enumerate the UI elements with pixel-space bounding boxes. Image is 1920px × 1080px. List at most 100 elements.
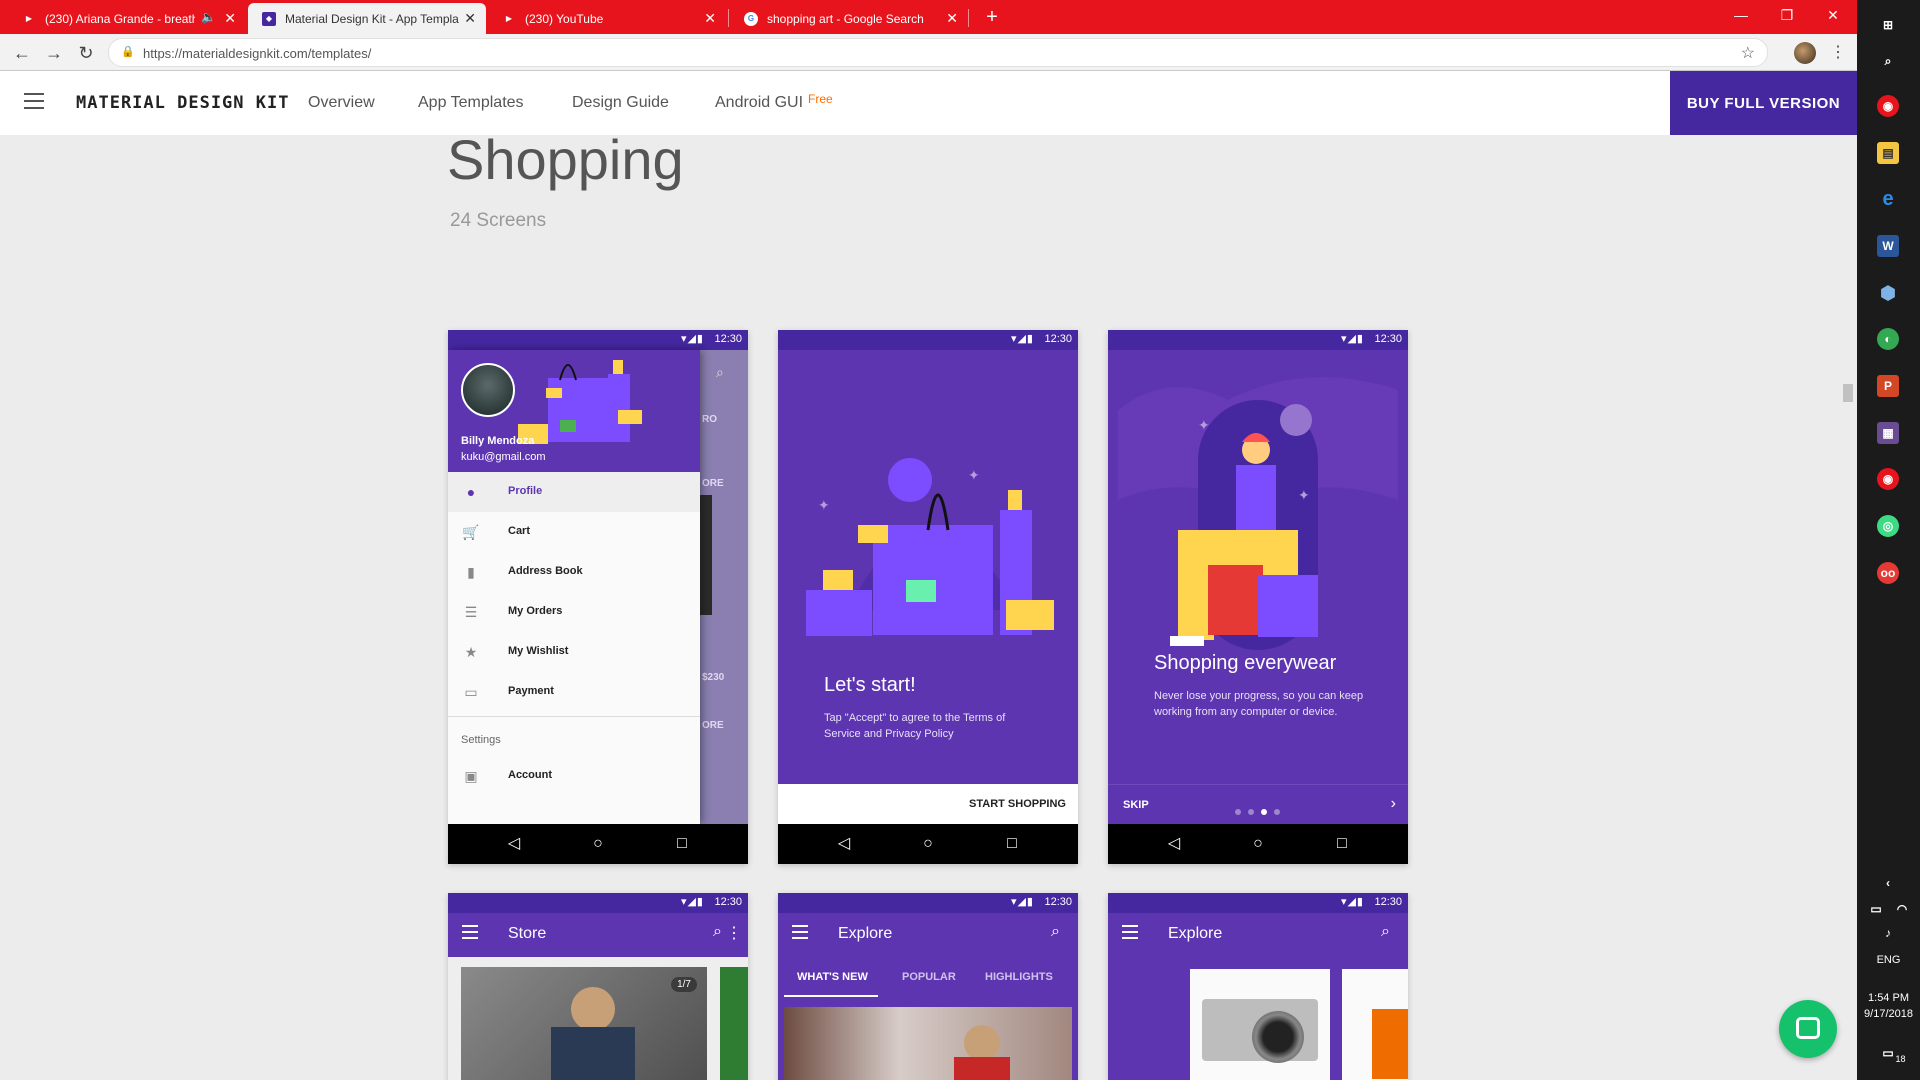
tab-material-design-kit[interactable]: ◆ Material Design Kit - App Templa ✕: [248, 3, 486, 34]
product-image[interactable]: 1/7: [461, 967, 707, 1080]
box-app-icon[interactable]: ⬢: [1877, 282, 1899, 304]
chevron-left-icon[interactable]: ‹: [1877, 872, 1899, 894]
drawer-item-my-wishlist[interactable]: ★ My Wishlist: [448, 632, 700, 672]
drawer-item-profile[interactable]: ● Profile: [448, 472, 700, 512]
home-circle-icon[interactable]: ○: [1248, 834, 1268, 854]
drawer-item-cart[interactable]: 🛒 Cart: [448, 512, 700, 552]
svg-text:✦: ✦: [818, 497, 830, 513]
nav-design-guide[interactable]: Design Guide: [572, 94, 669, 112]
tab-popular[interactable]: POPULAR: [902, 971, 956, 983]
drawer-item-address-book[interactable]: ▮ Address Book: [448, 552, 700, 592]
tab-close-icon[interactable]: ✕: [224, 10, 236, 26]
youtube-favicon-icon: ▶: [25, 14, 33, 23]
speaker-icon[interactable]: 🔈: [201, 10, 216, 24]
page-scrollbar-thumb[interactable]: [1843, 384, 1853, 402]
bookmark-star-icon[interactable]: ☆: [1741, 43, 1755, 63]
phone-explore-tabs-screen[interactable]: ▾◢▮ 12:30 Explore ⌕ WHAT'S NEW POPULAR H…: [778, 893, 1078, 1080]
map-app-icon[interactable]: ◐: [1877, 328, 1899, 350]
next-product-image[interactable]: [720, 967, 748, 1080]
camera-product-card[interactable]: [1190, 969, 1330, 1080]
tab-youtube[interactable]: ▶ (230) YouTube ✕: [488, 3, 726, 34]
chat-launcher-button[interactable]: [1779, 1000, 1837, 1058]
recents-square-icon[interactable]: □: [672, 834, 692, 854]
oo-app-icon[interactable]: oo: [1877, 562, 1899, 584]
language-indicator[interactable]: ENG: [1857, 954, 1920, 966]
buy-full-version-button[interactable]: BUY FULL VERSION: [1670, 71, 1857, 135]
site-brand[interactable]: MATERIAL DESIGN KIT: [76, 93, 289, 113]
screen-count: 24 Screens: [450, 210, 547, 231]
powerpoint-app-icon[interactable]: P: [1877, 375, 1899, 397]
phone-drawer-screen[interactable]: ▾◢▮ 12:30 ⌕ RO ORE $230 ORE Billy Mendoz…: [448, 330, 748, 864]
skip-button[interactable]: SKIP: [1123, 799, 1149, 811]
clock-date[interactable]: 9/17/2018: [1857, 1008, 1920, 1020]
nav-overview[interactable]: Overview: [308, 94, 375, 112]
chrome-app-icon[interactable]: ◉: [1877, 95, 1899, 117]
window-restore-button[interactable]: ❐: [1764, 0, 1810, 30]
phone-explore-products-screen[interactable]: ▾◢▮ 12:30 Explore ⌕: [1108, 893, 1408, 1080]
phone-shopping-everywear-screen[interactable]: ▾◢▮ 12:30 ✦ ✦ Shopping everywear Never l…: [1108, 330, 1408, 864]
search-icon[interactable]: ⌕: [1051, 923, 1060, 941]
drawer-item-account[interactable]: ▣ Account: [448, 756, 700, 796]
url-text[interactable]: https://materialdesignkit.com/templates/: [143, 46, 371, 61]
windows-start-icon[interactable]: ⊞: [1877, 14, 1899, 36]
menu-icon[interactable]: [462, 925, 478, 939]
reload-button[interactable]: ↻: [74, 41, 98, 65]
android-studio-icon[interactable]: ◎: [1877, 515, 1899, 537]
tab-close-icon[interactable]: ✕: [946, 10, 958, 26]
omnibox[interactable]: 🔒 https://materialdesignkit.com/template…: [108, 38, 1768, 67]
file-explorer-icon[interactable]: ▤: [1877, 142, 1899, 164]
list-icon: ☰: [464, 604, 478, 620]
browser-menu-icon[interactable]: ⋮: [1830, 42, 1846, 62]
phone-store-screen[interactable]: ▾◢▮ 12:30 Store ⌕ ⋮ 1/7: [448, 893, 748, 1080]
nav-app-templates[interactable]: App Templates: [418, 94, 524, 112]
back-button[interactable]: ←: [10, 41, 34, 65]
battery-icon[interactable]: ▭: [1865, 898, 1887, 920]
tab-close-icon[interactable]: ✕: [704, 10, 716, 26]
menu-icon[interactable]: [24, 93, 44, 109]
tab-highlights[interactable]: HIGHLIGHTS: [985, 971, 1053, 983]
forward-button[interactable]: →: [42, 41, 66, 65]
chevron-right-icon[interactable]: ›: [1391, 795, 1396, 813]
back-triangle-icon[interactable]: ◁: [1164, 834, 1184, 854]
store-content-area: 1/7: [448, 957, 748, 1080]
profile-avatar[interactable]: [1794, 42, 1816, 64]
tab-google-search[interactable]: G shopping art - Google Search ✕: [730, 3, 968, 34]
nav-android-gui[interactable]: Android GUI: [715, 94, 803, 112]
archive-app-icon[interactable]: ▦: [1877, 422, 1899, 444]
recents-square-icon[interactable]: □: [1332, 834, 1352, 854]
more-vert-icon[interactable]: ⋮: [726, 923, 742, 943]
edge-browser-icon[interactable]: e: [1877, 188, 1899, 210]
clock-time[interactable]: 1:54 PM: [1857, 992, 1920, 1004]
tab-whats-new[interactable]: WHAT'S NEW: [797, 971, 868, 983]
drawer-item-my-orders[interactable]: ☰ My Orders: [448, 592, 700, 632]
word-app-icon[interactable]: W: [1877, 235, 1899, 257]
status-bar: ▾◢▮ 12:30: [778, 330, 1078, 350]
browser-app-icon[interactable]: ◉: [1877, 468, 1899, 490]
window-close-button[interactable]: ✕: [1810, 0, 1856, 30]
new-tab-button[interactable]: +: [978, 5, 1006, 29]
person-icon: ●: [466, 484, 476, 500]
tab-close-icon[interactable]: ✕: [464, 10, 476, 26]
search-icon[interactable]: ⌕: [1381, 923, 1390, 941]
feature-image[interactable]: [784, 1007, 1072, 1080]
app-bar-title: Explore: [1168, 925, 1223, 942]
volume-icon[interactable]: ♪: [1877, 922, 1899, 944]
menu-icon[interactable]: [792, 925, 808, 939]
phone-lets-start-screen[interactable]: ▾◢▮ 12:30 ✦ ✦ Let's start! Tap "Accept" …: [778, 330, 1078, 864]
back-triangle-icon[interactable]: ◁: [834, 834, 854, 854]
tab-ariana-grande[interactable]: ▶ (230) Ariana Grande - breath 🔈 ✕: [8, 3, 246, 34]
app-bar: Explore ⌕: [778, 913, 1078, 957]
wifi-icon[interactable]: ◠: [1891, 898, 1913, 920]
search-icon[interactable]: ⌕: [713, 923, 722, 941]
next-product-card[interactable]: [1342, 969, 1408, 1080]
search-icon[interactable]: ⌕: [1877, 50, 1899, 72]
window-minimize-button[interactable]: —: [1718, 0, 1764, 30]
back-triangle-icon[interactable]: ◁: [504, 834, 524, 854]
home-circle-icon[interactable]: ○: [588, 834, 608, 854]
menu-icon[interactable]: [1122, 925, 1138, 939]
home-circle-icon[interactable]: ○: [918, 834, 938, 854]
user-avatar[interactable]: [461, 363, 515, 417]
drawer-item-payment[interactable]: ▭ Payment: [448, 672, 700, 712]
start-shopping-button[interactable]: START SHOPPING: [778, 784, 1078, 824]
recents-square-icon[interactable]: □: [1002, 834, 1022, 854]
